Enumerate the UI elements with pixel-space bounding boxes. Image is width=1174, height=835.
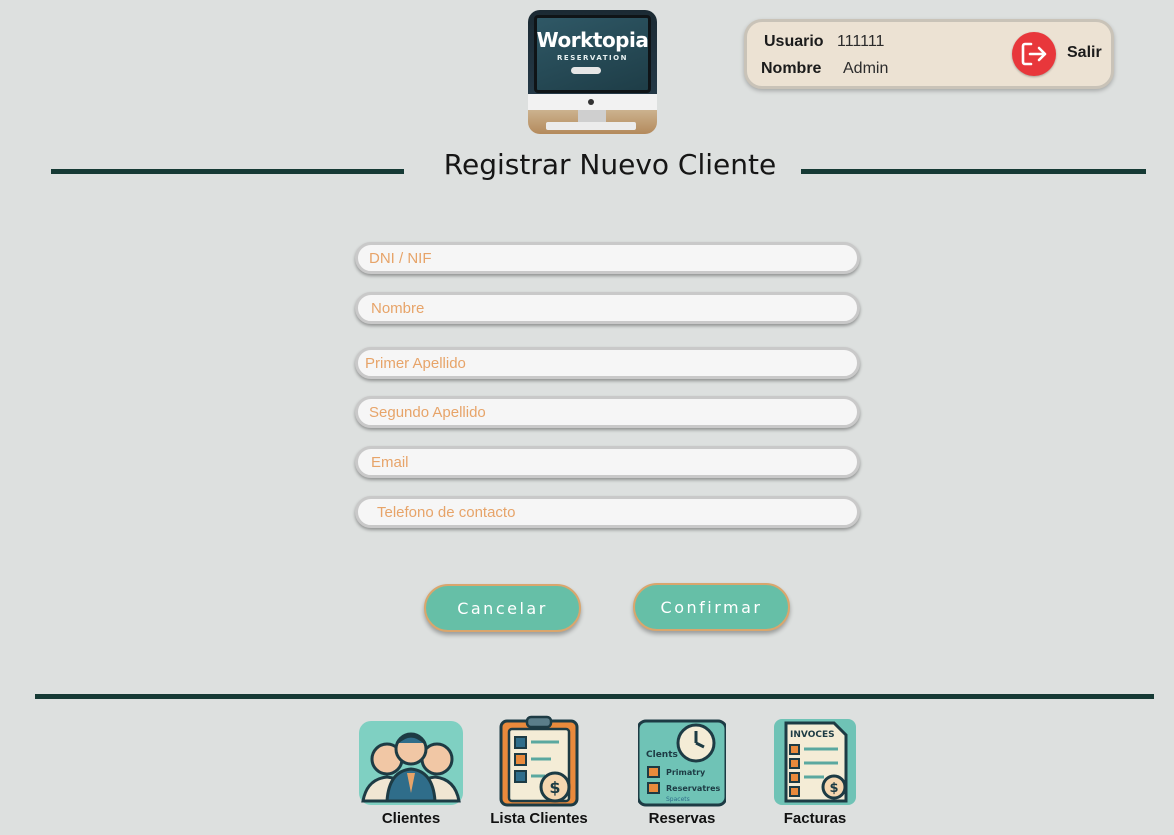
svg-text:$: $	[829, 781, 838, 796]
title-rule-right	[801, 169, 1146, 174]
cancel-button[interactable]: Cancelar	[424, 584, 581, 632]
logo-monitor-dot	[588, 99, 594, 105]
logo-wordmark: Worktopia	[536, 28, 649, 52]
nav-clientes[interactable]: Clientes	[346, 715, 476, 833]
telefono-input[interactable]	[355, 496, 860, 528]
title-rule-left	[51, 169, 404, 174]
nombre-value: Admin	[843, 60, 889, 77]
nav-clientes-label: Clientes	[381, 810, 441, 827]
reservas-icon-clients: Clents	[646, 750, 678, 760]
nav-lista-clientes-label: Lista Clientes	[490, 810, 588, 827]
worktopia-logo: Worktopia RESERVATION	[528, 10, 657, 134]
reservas-icon-spaces: Spacets	[666, 796, 690, 803]
nav-facturas-label: Facturas	[783, 810, 847, 827]
facturas-icon: INVOCES $	[774, 719, 856, 805]
logo-monitor-stand	[578, 110, 606, 122]
reservas-icon: Clents Primatry Reservatres Spacets	[638, 719, 726, 807]
clientes-icon	[359, 721, 463, 805]
email-input[interactable]	[355, 446, 860, 478]
logout-icon	[1012, 32, 1056, 76]
logout-label: Salir	[1067, 44, 1102, 61]
nombre-label: Nombre	[761, 60, 822, 77]
facturas-icon-title: INVOCES	[790, 730, 835, 740]
logo-subtitle: RESERVATION	[557, 54, 628, 62]
logo-keyboard	[546, 122, 636, 130]
svg-text:$: $	[549, 778, 560, 797]
nav-lista-clientes[interactable]: $ Lista Clientes	[474, 715, 604, 833]
confirm-button[interactable]: Confirmar	[633, 583, 790, 631]
logo-pill	[571, 67, 601, 74]
lista-clientes-icon: $	[499, 715, 579, 807]
dni-input[interactable]	[355, 242, 860, 274]
usuario-value: 111111	[837, 33, 885, 50]
nav-reservas-label: Reservas	[648, 810, 716, 827]
usuario-label: Usuario	[764, 33, 824, 50]
nav-reservas[interactable]: Clents Primatry Reservatres Spacets Rese…	[617, 715, 747, 833]
primer-apellido-input[interactable]	[355, 347, 860, 379]
nombre-input[interactable]	[355, 292, 860, 324]
segundo-apellido-input[interactable]	[355, 396, 860, 428]
reservas-icon-primary: Primatry	[666, 768, 706, 777]
logout-button[interactable]: Salir	[1012, 32, 1112, 76]
nav-facturas[interactable]: INVOCES $ Facturas	[750, 715, 880, 833]
reservas-icon-reservations: Reservatres	[666, 784, 721, 793]
page-title: Registrar Nuevo Cliente	[443, 148, 777, 181]
user-info-panel: Usuario 111111 Nombre Admin Salir	[744, 19, 1114, 89]
footer-rule	[35, 694, 1154, 699]
